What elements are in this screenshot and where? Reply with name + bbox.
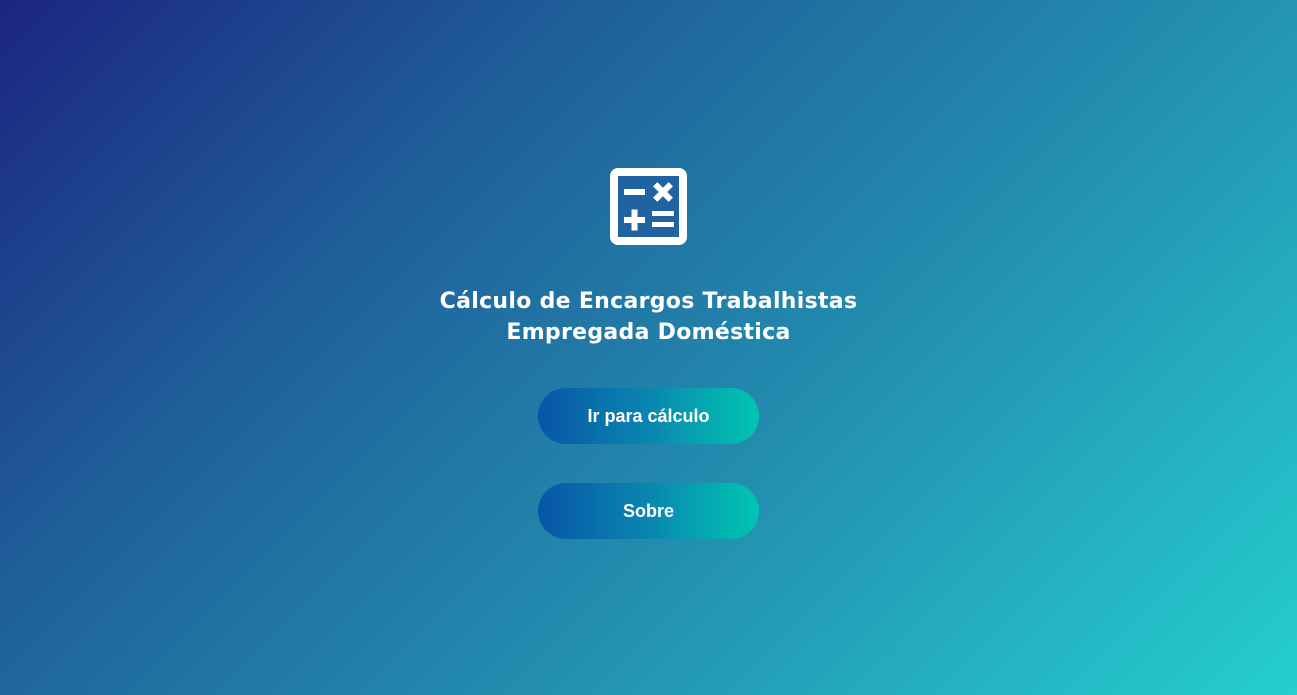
- home-screen: Cálculo de Encargos Trabalhistas Emprega…: [0, 0, 1297, 695]
- about-button[interactable]: Sobre: [538, 483, 759, 539]
- go-to-calculation-button[interactable]: Ir para cálculo: [538, 388, 759, 444]
- title-line-1: Cálculo de Encargos Trabalhistas: [439, 289, 858, 314]
- calculator-icon: [610, 168, 687, 245]
- page-title: Cálculo de Encargos Trabalhistas Emprega…: [0, 286, 1297, 348]
- title-line-2: Empregada Doméstica: [506, 320, 791, 345]
